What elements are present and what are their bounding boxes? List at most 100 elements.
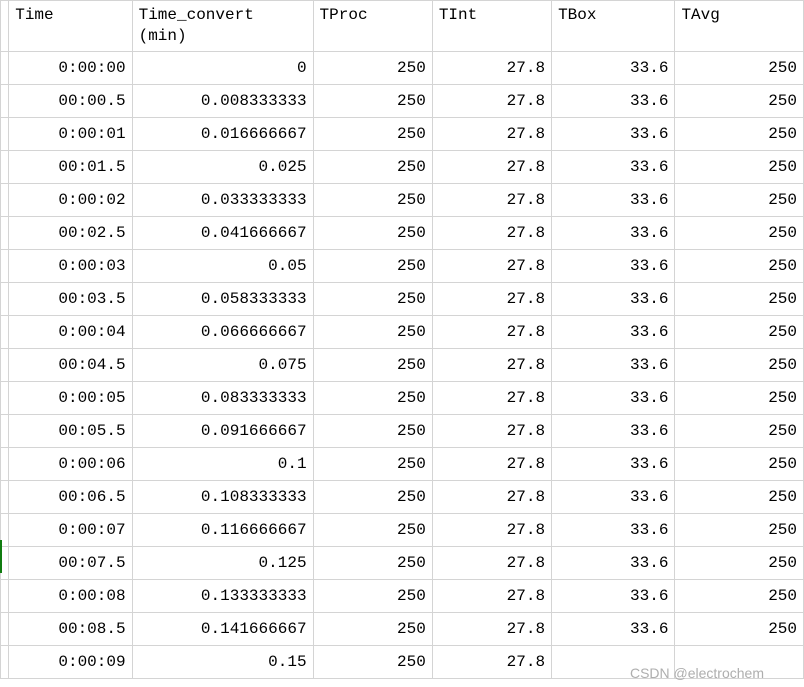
cell-time-convert[interactable]: 0.033333333 [132,183,313,216]
table-row[interactable]: 0:00:00025027.833.6250 [1,51,804,84]
cell-tint[interactable]: 27.8 [432,579,551,612]
table-row[interactable]: 0:00:030.0525027.833.6250 [1,249,804,282]
cell-time[interactable]: 00:07.5 [9,546,132,579]
cell-tint[interactable]: 27.8 [432,546,551,579]
cell-tint[interactable]: 27.8 [432,117,551,150]
cell-tavg[interactable]: 250 [675,51,804,84]
cell-time[interactable]: 0:00:03 [9,249,132,282]
row-head-cell[interactable] [1,84,9,117]
spreadsheet-table[interactable]: Time Time_convert (min) TProc TInt TBox … [0,0,804,679]
cell-time-convert[interactable]: 0.05 [132,249,313,282]
cell-time-convert[interactable]: 0.025 [132,150,313,183]
table-row[interactable]: 00:03.50.05833333325027.833.6250 [1,282,804,315]
cell-tavg[interactable]: 250 [675,546,804,579]
cell-tavg[interactable]: 250 [675,513,804,546]
cell-tproc[interactable]: 250 [313,480,432,513]
col-header-time[interactable]: Time [9,1,132,52]
cell-tavg[interactable]: 250 [675,579,804,612]
cell-tbox[interactable]: 33.6 [552,51,675,84]
cell-time[interactable]: 00:08.5 [9,612,132,645]
table-row[interactable]: 0:00:080.13333333325027.833.6250 [1,579,804,612]
col-header-tproc[interactable]: TProc [313,1,432,52]
cell-time[interactable]: 0:00:09 [9,645,132,678]
cell-time[interactable]: 0:00:02 [9,183,132,216]
cell-time[interactable]: 0:00:00 [9,51,132,84]
cell-tint[interactable]: 27.8 [432,249,551,282]
cell-time[interactable]: 00:05.5 [9,414,132,447]
table-row[interactable]: 0:00:060.125027.833.6250 [1,447,804,480]
cell-time-convert[interactable]: 0.091666667 [132,414,313,447]
cell-tproc[interactable]: 250 [313,645,432,678]
cell-tbox[interactable]: 33.6 [552,315,675,348]
cell-tproc[interactable]: 250 [313,183,432,216]
col-header-tbox[interactable]: TBox [552,1,675,52]
cell-tint[interactable]: 27.8 [432,84,551,117]
cell-time-convert[interactable]: 0 [132,51,313,84]
cell-tavg[interactable]: 250 [675,150,804,183]
cell-tint[interactable]: 27.8 [432,513,551,546]
cell-tint[interactable]: 27.8 [432,348,551,381]
row-head-cell[interactable] [1,249,9,282]
cell-tbox[interactable]: 33.6 [552,447,675,480]
table-row[interactable]: 0:00:010.01666666725027.833.6250 [1,117,804,150]
cell-tavg[interactable]: 250 [675,447,804,480]
cell-tint[interactable]: 27.8 [432,51,551,84]
cell-tproc[interactable]: 250 [313,414,432,447]
cell-tproc[interactable]: 250 [313,447,432,480]
row-head-cell[interactable] [1,447,9,480]
cell-time-convert[interactable]: 0.141666667 [132,612,313,645]
cell-tavg[interactable]: 250 [675,216,804,249]
cell-tproc[interactable]: 250 [313,117,432,150]
cell-tbox[interactable]: 33.6 [552,612,675,645]
cell-tint[interactable]: 27.8 [432,645,551,678]
cell-tint[interactable]: 27.8 [432,315,551,348]
cell-tbox[interactable] [552,645,675,678]
cell-time-convert[interactable]: 0.15 [132,645,313,678]
cell-tproc[interactable]: 250 [313,150,432,183]
cell-tbox[interactable]: 33.6 [552,480,675,513]
cell-time-convert[interactable]: 0.016666667 [132,117,313,150]
cell-time[interactable]: 00:00.5 [9,84,132,117]
cell-tint[interactable]: 27.8 [432,414,551,447]
cell-time[interactable]: 00:02.5 [9,216,132,249]
cell-time[interactable]: 0:00:05 [9,381,132,414]
col-header-time-convert[interactable]: Time_convert (min) [132,1,313,52]
cell-time-convert[interactable]: 0.116666667 [132,513,313,546]
cell-tbox[interactable]: 33.6 [552,513,675,546]
table-row[interactable]: 00:05.50.09166666725027.833.6250 [1,414,804,447]
cell-tbox[interactable]: 33.6 [552,84,675,117]
cell-time[interactable]: 00:01.5 [9,150,132,183]
cell-tbox[interactable]: 33.6 [552,546,675,579]
col-header-tint[interactable]: TInt [432,1,551,52]
row-head-cell[interactable] [1,348,9,381]
cell-tavg[interactable]: 250 [675,612,804,645]
cell-tint[interactable]: 27.8 [432,381,551,414]
cell-time-convert[interactable]: 0.075 [132,348,313,381]
cell-tbox[interactable]: 33.6 [552,150,675,183]
cell-time[interactable]: 0:00:04 [9,315,132,348]
table-row[interactable]: 0:00:090.1525027.8 [1,645,804,678]
cell-time-convert[interactable]: 0.058333333 [132,282,313,315]
row-head-cell[interactable] [1,117,9,150]
cell-tavg[interactable]: 250 [675,183,804,216]
cell-time[interactable]: 0:00:08 [9,579,132,612]
cell-tbox[interactable]: 33.6 [552,381,675,414]
cell-tproc[interactable]: 250 [313,216,432,249]
cell-time[interactable]: 0:00:01 [9,117,132,150]
cell-tbox[interactable]: 33.6 [552,282,675,315]
cell-tint[interactable]: 27.8 [432,183,551,216]
cell-tproc[interactable]: 250 [313,579,432,612]
row-head-cell[interactable] [1,381,9,414]
cell-time[interactable]: 0:00:06 [9,447,132,480]
table-row[interactable]: 00:04.50.07525027.833.6250 [1,348,804,381]
cell-time[interactable]: 00:06.5 [9,480,132,513]
cell-tproc[interactable]: 250 [313,348,432,381]
cell-tavg[interactable]: 250 [675,414,804,447]
row-head-cell[interactable] [1,414,9,447]
row-head-cell[interactable] [1,480,9,513]
table-row[interactable]: 00:08.50.14166666725027.833.6250 [1,612,804,645]
row-head-cell[interactable] [1,150,9,183]
cell-tproc[interactable]: 250 [313,84,432,117]
cell-tint[interactable]: 27.8 [432,612,551,645]
cell-tbox[interactable]: 33.6 [552,183,675,216]
